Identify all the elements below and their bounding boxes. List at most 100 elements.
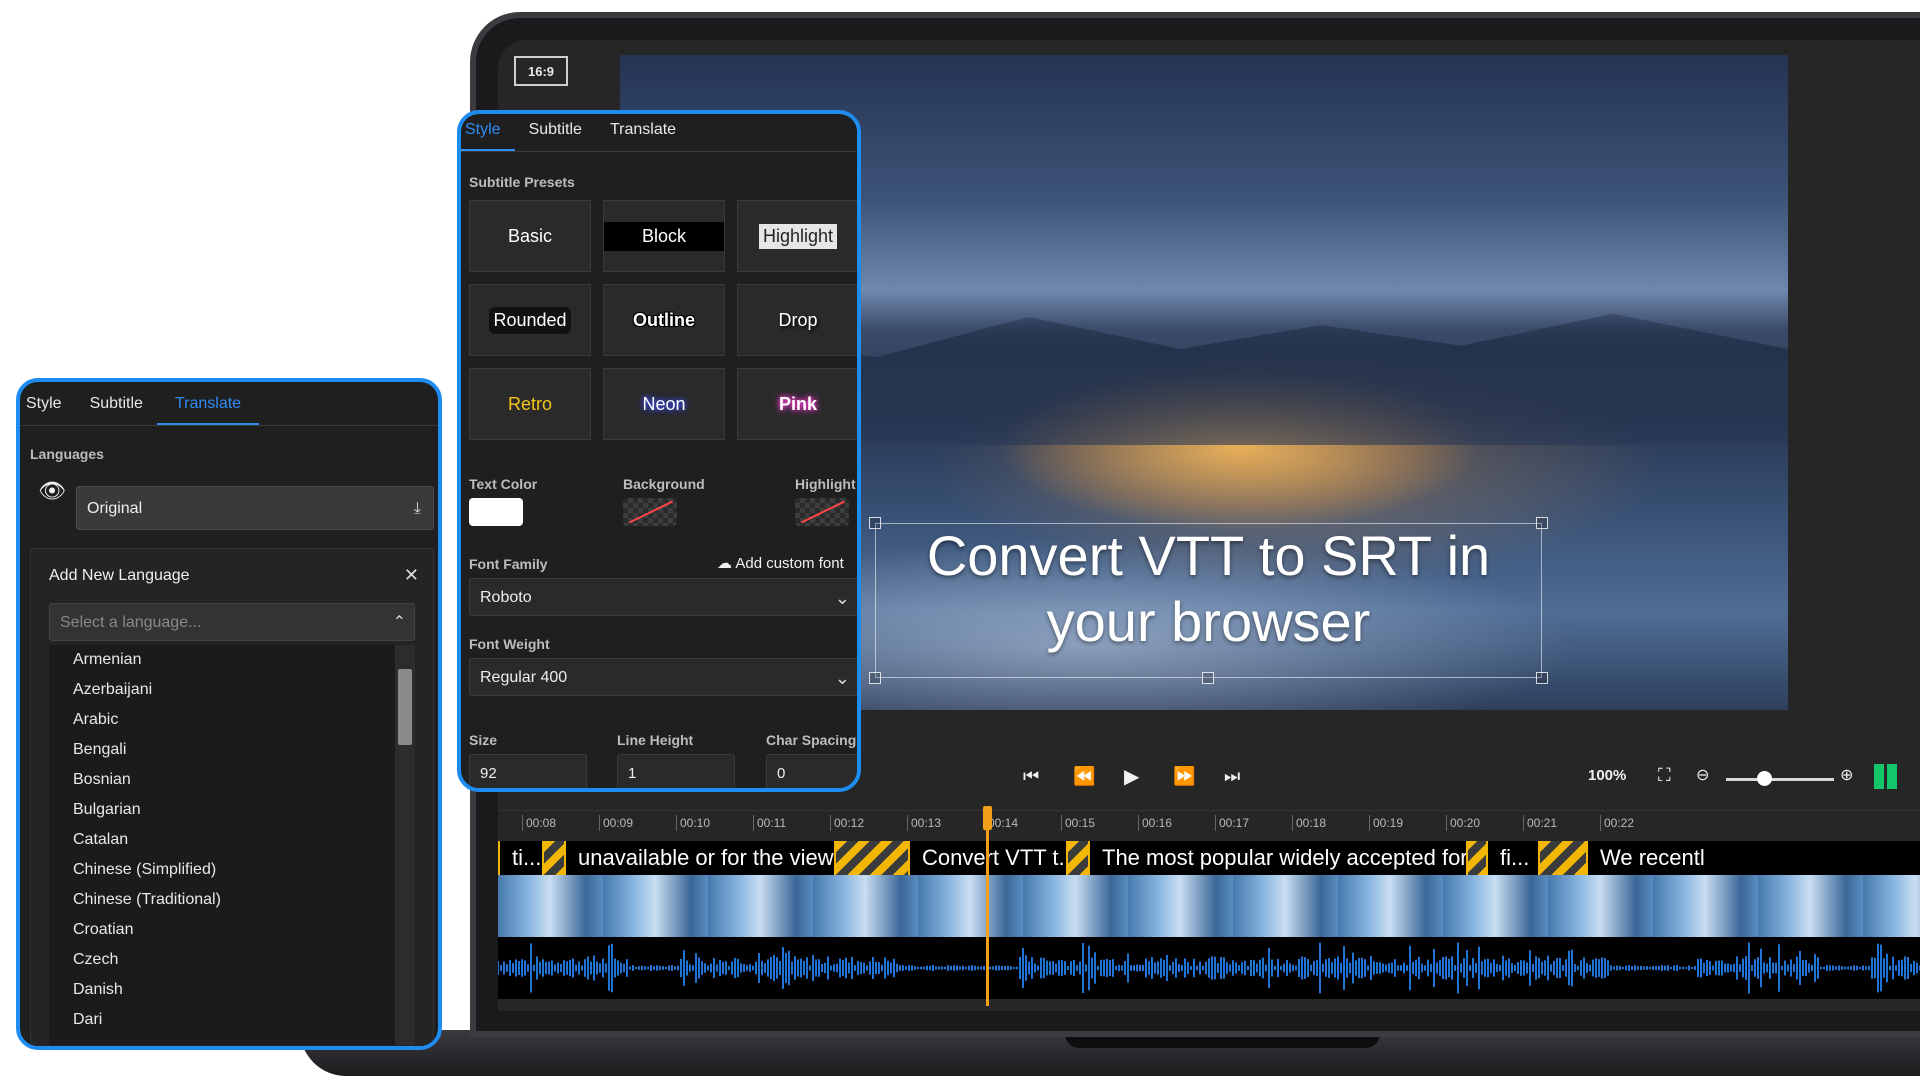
line-height-input[interactable]: 1 <box>617 754 735 788</box>
caption-segment[interactable]: unavailable or for the view... <box>564 841 836 875</box>
language-search-input[interactable]: Select a language... ⌃ <box>49 603 415 641</box>
timeline-tick: 00:21 <box>1523 815 1557 831</box>
timeline-tick: 00:19 <box>1369 815 1403 831</box>
resize-handle-bottom-right[interactable] <box>1536 672 1548 684</box>
line-height-label: Line Height <box>617 732 694 748</box>
resize-handle-bottom-left[interactable] <box>869 672 881 684</box>
playhead[interactable] <box>986 806 989 1006</box>
language-option[interactable]: Croatian <box>49 915 415 945</box>
caption-gap <box>1540 841 1586 875</box>
language-option[interactable]: Bosnian <box>49 765 415 795</box>
tab-style[interactable]: Style <box>20 395 76 425</box>
add-custom-font-button[interactable]: ☁ Add custom font <box>717 554 844 572</box>
font-family-select[interactable]: Roboto ⌄ <box>469 578 857 616</box>
fullscreen-icon[interactable]: ⛶ <box>1658 765 1671 786</box>
video-subtitle-text[interactable]: Convert VTT to SRT in your browser <box>875 523 1542 655</box>
caption-segment[interactable]: fi... <box>1486 841 1540 875</box>
zoom-slider-thumb[interactable] <box>1756 771 1772 786</box>
caption-segment[interactable]: ti... <box>498 841 544 875</box>
language-option[interactable]: Danish <box>49 975 415 1005</box>
preset-neon-label: Neon <box>642 393 686 414</box>
char-spacing-input[interactable]: 0 <box>766 754 857 788</box>
download-icon[interactable]: ⤓ <box>414 487 421 531</box>
marketing-stage: 16:9 Convert VTT to SRT in your browser … <box>0 0 1920 1080</box>
subtitle-presets-label: Subtitle Presets <box>469 174 575 190</box>
font-weight-value: Regular 400 <box>480 669 568 686</box>
preset-drop[interactable]: Drop <box>737 284 857 356</box>
tab-subtitle[interactable]: Subtitle <box>76 395 157 425</box>
zoom-out-icon[interactable]: ⊖ <box>1696 765 1709 785</box>
original-language-row[interactable]: Original ⤓ <box>76 486 434 530</box>
chevron-down-icon: ⌄ <box>834 588 850 608</box>
caption-track[interactable]: ti... unavailable or for the view... Conve… <box>498 841 1920 875</box>
timeline-ruler[interactable]: 00:08 00:09 00:10 00:11 00:12 00:13 00:14 00:15… <box>498 810 1920 836</box>
cloud-upload-icon: ☁ <box>717 555 732 572</box>
font-weight-select[interactable]: Regular 400 ⌄ <box>469 658 857 696</box>
tab-style[interactable]: Style <box>461 121 515 151</box>
language-option[interactable]: Armenian <box>49 645 415 675</box>
tab-translate[interactable]: Translate <box>596 121 690 151</box>
style-panel-tabs: Style Subtitle Translate <box>461 114 857 152</box>
preset-retro-label: Retro <box>507 393 552 414</box>
text-color-swatch[interactable] <box>469 498 523 526</box>
caption-gap <box>836 841 908 875</box>
language-option[interactable]: Czech <box>49 945 415 975</box>
background-color-swatch[interactable] <box>623 498 677 526</box>
add-language-dropdown: Add New Language ✕ Select a language... … <box>30 548 434 1046</box>
language-list-scrollbar[interactable] <box>395 645 415 1045</box>
original-language-label: Original <box>87 500 143 517</box>
preset-outline[interactable]: Outline <box>603 284 725 356</box>
caption-segment[interactable]: The most popular widely accepted form... <box>1088 841 1468 875</box>
tab-subtitle[interactable]: Subtitle <box>515 121 596 151</box>
timeline-tick: 00:11 <box>753 815 786 831</box>
no-color-slash <box>628 500 674 524</box>
language-option[interactable]: Catalan <box>49 825 415 855</box>
timeline-tick: 00:20 <box>1446 815 1480 831</box>
timeline-tick: 00:10 <box>676 815 710 831</box>
preset-rounded[interactable]: Rounded <box>469 284 591 356</box>
timeline-tick: 00:22 <box>1600 815 1634 831</box>
skip-start-icon[interactable]: ⏮ <box>1023 766 1039 787</box>
play-icon[interactable]: ▶ <box>1124 764 1139 789</box>
preset-basic[interactable]: Basic <box>469 200 591 272</box>
font-family-label: Font Family <box>469 556 548 572</box>
waveform-svg <box>498 942 1920 994</box>
audio-waveform[interactable] <box>498 937 1920 999</box>
size-input[interactable]: 92 <box>469 754 587 788</box>
language-option[interactable]: Bulgarian <box>49 795 415 825</box>
background-label: Background <box>623 476 705 492</box>
language-option[interactable]: Arabic <box>49 705 415 735</box>
preset-pink-label: Pink <box>778 393 817 414</box>
language-option[interactable]: Azerbaijani <box>49 675 415 705</box>
tab-translate[interactable]: Translate <box>156 395 260 425</box>
language-option[interactable]: Chinese (Traditional) <box>49 885 415 915</box>
style-panel: Style Subtitle Translate Subtitle Preset… <box>457 110 861 792</box>
highlight-color-swatch[interactable] <box>795 498 849 526</box>
language-option[interactable]: Chinese (Simplified) <box>49 855 415 885</box>
preset-neon[interactable]: Neon <box>603 368 725 440</box>
caption-segment[interactable]: We recentl <box>1586 841 1920 875</box>
preset-pink[interactable]: Pink <box>737 368 857 440</box>
size-label: Size <box>469 732 498 748</box>
preset-highlight[interactable]: Highlight <box>737 200 857 272</box>
scrollbar-thumb[interactable] <box>398 669 412 745</box>
preset-block[interactable]: Block <box>603 200 725 272</box>
preset-retro[interactable]: Retro <box>469 368 591 440</box>
chevron-up-icon[interactable]: ⌃ <box>393 604 406 642</box>
zoom-slider[interactable] <box>1726 778 1834 781</box>
timeline-tick: 00:15 <box>1061 815 1095 831</box>
resize-handle-bottom[interactable] <box>1202 672 1214 684</box>
fast-forward-icon[interactable]: ⏩ <box>1173 766 1195 787</box>
close-icon[interactable]: ✕ <box>404 565 419 586</box>
language-search-placeholder: Select a language... <box>60 614 202 631</box>
zoom-in-icon[interactable]: ⊕ <box>1840 765 1853 785</box>
rewind-icon[interactable]: ⏪ <box>1073 766 1095 787</box>
preset-highlight-label: Highlight <box>758 223 838 249</box>
video-thumbnail-track[interactable] <box>498 875 1920 937</box>
language-option[interactable]: Bengali <box>49 735 415 765</box>
font-weight-label: Font Weight <box>469 636 550 652</box>
aspect-ratio-button[interactable]: 16:9 <box>514 56 568 86</box>
skip-end-icon[interactable]: ⏭ <box>1224 766 1240 787</box>
language-option[interactable]: Dari <box>49 1005 415 1035</box>
eye-icon[interactable]: 👁 <box>38 478 66 504</box>
